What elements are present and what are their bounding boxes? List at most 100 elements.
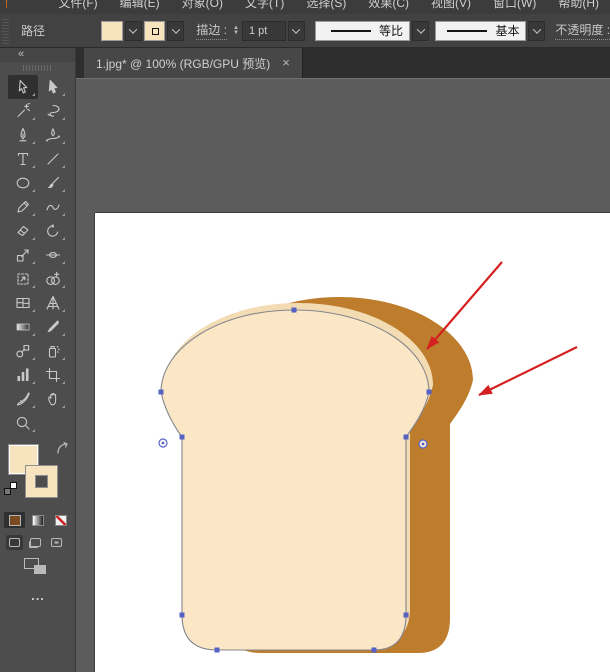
tab-close-icon[interactable]: × <box>282 57 290 69</box>
line-segment-tool-icon <box>45 151 61 167</box>
stroke-square-icon <box>152 28 159 35</box>
brush-definition-dropdown[interactable] <box>528 21 545 41</box>
color-button[interactable] <box>4 512 25 528</box>
shaper-tool[interactable] <box>38 195 68 219</box>
tools-panel-gripper[interactable] <box>23 65 53 71</box>
menu-item-type[interactable]: 文字(T) <box>234 0 295 14</box>
mesh-tool[interactable] <box>8 291 38 315</box>
symbol-sprayer-tool[interactable] <box>38 339 68 363</box>
gradient-tool[interactable] <box>8 315 38 339</box>
stroke-weight-dropdown[interactable] <box>288 21 305 41</box>
anchor-point[interactable] <box>215 648 220 653</box>
more-tools-button[interactable]: ... <box>0 588 76 603</box>
menu-item-help[interactable]: 帮助(H) <box>547 0 610 14</box>
width-profile-dropdown[interactable] <box>412 21 429 41</box>
slice-tool-icon <box>15 391 31 407</box>
default-stroke-square <box>4 488 11 495</box>
menu-bar: 文件(F)编辑(E)对象(O)文字(T)选择(S)效果(C)视图(V)窗口(W)… <box>0 0 610 14</box>
anchor-point[interactable] <box>404 613 409 618</box>
control-bar-gripper[interactable] <box>2 18 9 44</box>
mesh-tool-icon <box>15 295 31 311</box>
line-segment-tool[interactable] <box>38 147 68 171</box>
width-profile-select[interactable]: 等比 <box>315 21 410 41</box>
anchor-point[interactable] <box>292 308 297 313</box>
fill-color-dropdown[interactable] <box>125 21 142 41</box>
stroke-weight-label[interactable]: 描边 : <box>196 21 227 40</box>
opacity-label[interactable]: 不透明度 : <box>555 21 610 40</box>
draw-inside-button[interactable] <box>48 535 65 550</box>
stroke-color-dropdown[interactable] <box>167 21 184 41</box>
hand-tool[interactable] <box>38 387 68 411</box>
gradient-button[interactable] <box>27 512 48 528</box>
direct-selection-tool[interactable] <box>38 75 68 99</box>
shaper-tool-icon <box>45 199 61 215</box>
pencil-tool[interactable] <box>8 195 38 219</box>
screen-mode-button[interactable] <box>24 558 46 574</box>
fill-color-swatch[interactable] <box>101 21 123 41</box>
menu-item-effect[interactable]: 效果(C) <box>357 0 420 14</box>
free-transform-tool[interactable] <box>8 267 38 291</box>
document-tab[interactable]: 1.jpg* @ 100% (RGB/GPU 预览) × <box>84 48 303 78</box>
stepper-down-icon[interactable]: ▼ <box>233 31 239 36</box>
artboard-tool[interactable] <box>38 363 68 387</box>
draw-normal-button[interactable] <box>6 535 23 550</box>
brush-definition-select[interactable]: 基本 <box>435 21 526 41</box>
draw-behind-button[interactable] <box>27 535 44 550</box>
anchor-point[interactable] <box>180 435 185 440</box>
menu-item-view[interactable]: 视图(V) <box>420 0 482 14</box>
live-corner-widget[interactable] <box>159 439 167 447</box>
stroke-color-swatch[interactable] <box>144 21 166 41</box>
eraser-tool[interactable] <box>8 219 38 243</box>
menu-item-edit[interactable]: 编辑(E) <box>109 0 171 14</box>
annotation-arrow-2[interactable] <box>479 347 577 395</box>
paintbrush-tool[interactable] <box>38 171 68 195</box>
selection-type-label: 路径 <box>21 22 51 39</box>
blend-tool[interactable] <box>8 339 38 363</box>
scale-tool[interactable] <box>8 243 38 267</box>
menu-item-object[interactable]: 对象(O) <box>171 0 234 14</box>
swap-fill-stroke-icon[interactable] <box>56 442 69 455</box>
stroke-color-control[interactable] <box>26 466 57 497</box>
eraser-tool-icon <box>15 223 31 239</box>
menu-items: 文件(F)编辑(E)对象(O)文字(T)选择(S)效果(C)视图(V)窗口(W)… <box>47 0 610 14</box>
eyedropper-tool[interactable] <box>38 315 68 339</box>
default-fill-stroke-icon[interactable] <box>4 482 17 495</box>
menu-item-select[interactable]: 选择(S) <box>295 0 357 14</box>
anchor-point[interactable] <box>372 648 377 653</box>
anchor-point[interactable] <box>180 613 185 618</box>
type-tool[interactable] <box>8 147 38 171</box>
perspective-grid-tool[interactable] <box>38 291 68 315</box>
ellipse-tool[interactable] <box>8 171 38 195</box>
stroke-weight-value[interactable]: 1 pt <box>242 21 286 41</box>
anchor-point[interactable] <box>159 390 164 395</box>
document-tab-bar: 1.jpg* @ 100% (RGB/GPU 预览) × <box>76 48 610 78</box>
tools-panel-collapse-button[interactable]: « <box>0 48 75 62</box>
shape-builder-tool[interactable] <box>38 267 68 291</box>
lasso-tool[interactable] <box>38 99 68 123</box>
zoom-tool[interactable] <box>8 411 38 435</box>
gradient-swatch-icon <box>32 515 44 526</box>
anchor-point[interactable] <box>404 435 409 440</box>
curvature-tool[interactable] <box>38 123 68 147</box>
canvas-area[interactable] <box>76 78 610 672</box>
magic-wand-tool[interactable] <box>8 99 38 123</box>
app-logo-icon[interactable] <box>6 0 7 8</box>
anchor-point[interactable] <box>427 390 432 395</box>
pen-tool[interactable] <box>8 123 38 147</box>
workspace-switch-icon[interactable] <box>21 0 22 8</box>
rotate-tool[interactable] <box>38 219 68 243</box>
menu-item-window[interactable]: 窗口(W) <box>482 0 547 14</box>
menu-item-file[interactable]: 文件(F) <box>47 0 108 14</box>
live-corner-widget[interactable] <box>419 440 427 448</box>
annotation-arrow-1[interactable] <box>427 262 502 349</box>
pen-tool-icon <box>15 127 31 143</box>
column-graph-tool[interactable] <box>8 363 38 387</box>
paint-type-buttons <box>4 512 71 528</box>
stroke-weight-stepper[interactable]: ▲▼ <box>233 26 239 36</box>
none-button[interactable] <box>50 512 71 528</box>
illustrator-window: 文件(F)编辑(E)对象(O)文字(T)选择(S)效果(C)视图(V)窗口(W)… <box>0 0 610 672</box>
slice-tool[interactable] <box>8 387 38 411</box>
bread-slice-shape-selected[interactable] <box>161 310 429 650</box>
selection-tool[interactable] <box>8 75 38 99</box>
width-tool[interactable] <box>38 243 68 267</box>
